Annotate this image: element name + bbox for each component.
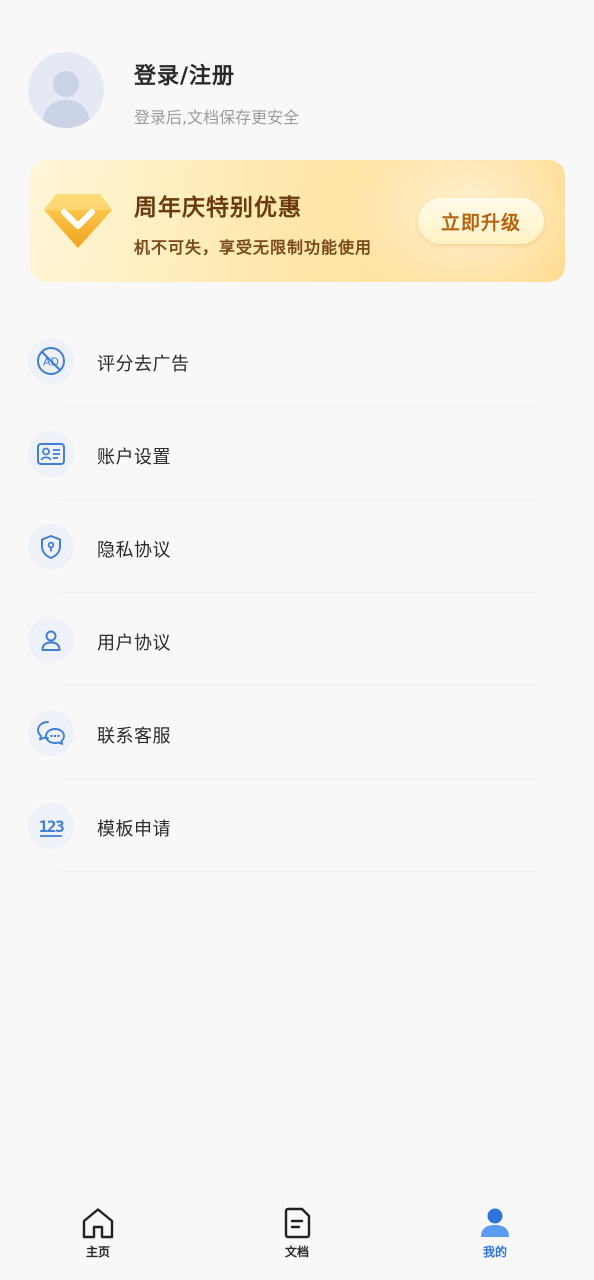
menu-item-user-agreement[interactable]: 用户协议 [0, 593, 594, 686]
tab-label: 主页 [85, 1245, 110, 1259]
menu-item-account-settings[interactable]: 账户设置 [0, 407, 594, 500]
menu-item-privacy-policy[interactable]: 隐私协议 [0, 500, 594, 593]
menu-label: 模板申请 [97, 819, 171, 840]
shield-icon [28, 524, 74, 570]
profile-page: 登录/注册 登录后,文档保存更安全 周年庆特别优惠 机不可失，享受无限制功能使用… [0, 0, 594, 1280]
promo-banner[interactable]: 周年庆特别优惠 机不可失，享受无限制功能使用 立即升级 [30, 160, 565, 282]
chat-icon [28, 710, 74, 756]
svg-text:123: 123 [39, 817, 64, 836]
vip-diamond-icon [44, 194, 112, 248]
document-icon [284, 1207, 311, 1239]
divider [59, 871, 536, 872]
tab-label: 我的 [482, 1245, 507, 1259]
promo-subtitle: 机不可失，享受无限制功能使用 [134, 238, 373, 257]
numbers-123-icon: 123 [28, 803, 74, 849]
login-register-title[interactable]: 登录/注册 [134, 58, 235, 90]
tab-home[interactable]: 主页 [58, 1206, 138, 1266]
menu-label: 联系客服 [97, 726, 171, 747]
login-hint: 登录后,文档保存更安全 [134, 108, 300, 127]
menu-item-rate-remove-ads[interactable]: AD 评分去广告 [0, 314, 594, 407]
id-card-icon [28, 431, 74, 477]
tab-documents[interactable]: 文档 [257, 1206, 337, 1266]
no-ad-icon: AD [28, 338, 74, 384]
avatar[interactable] [28, 52, 104, 128]
menu-label: 用户协议 [97, 633, 171, 654]
settings-menu: AD 评分去广告 账户设置 [0, 314, 594, 872]
menu-label: 隐私协议 [97, 540, 171, 561]
upgrade-now-button[interactable]: 立即升级 [418, 198, 544, 244]
menu-label: 账户设置 [97, 447, 171, 468]
tab-label: 文档 [284, 1245, 309, 1259]
default-user-icon [42, 71, 90, 128]
menu-item-template-request[interactable]: 123 模板申请 [0, 779, 594, 872]
menu-label: 评分去广告 [97, 354, 190, 375]
menu-item-contact-support[interactable]: 联系客服 [0, 686, 594, 779]
profile-icon [481, 1208, 509, 1237]
bottom-tab-bar: 主页 文档 我的 [0, 1190, 594, 1280]
tab-mine[interactable]: 我的 [455, 1206, 535, 1266]
profile-header[interactable]: 登录/注册 登录后,文档保存更安全 [28, 52, 568, 130]
promo-title: 周年庆特别优惠 [134, 195, 302, 221]
home-icon [82, 1208, 114, 1239]
user-icon [28, 617, 74, 663]
